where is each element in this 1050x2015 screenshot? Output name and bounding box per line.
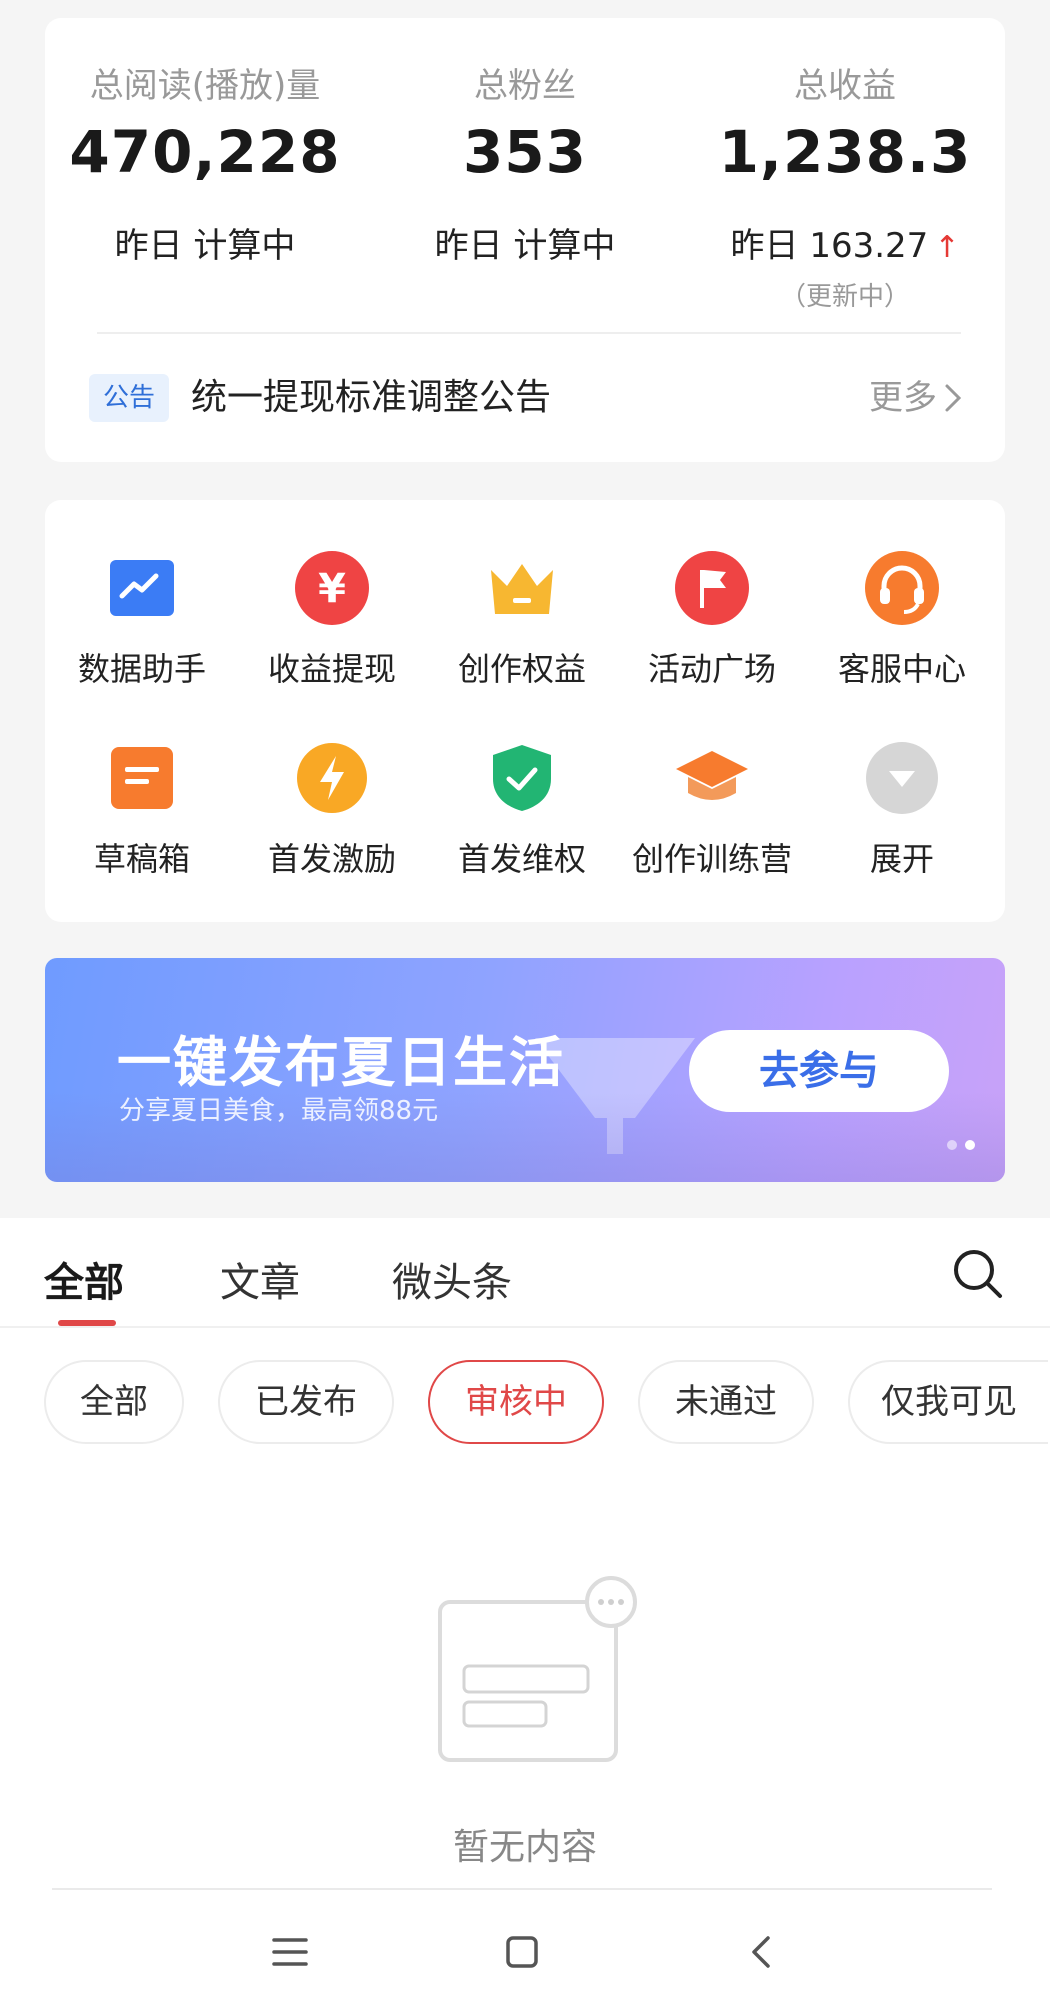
tool-label: 客服中心 [837,650,966,688]
search-icon[interactable] [950,1246,1006,1302]
tool-creator-rights[interactable]: 创作权益 [427,550,617,690]
tab-micro-posts[interactable]: 微头条 [392,1250,512,1308]
stat-value: 1,238.3 [718,118,972,186]
stat-yesterday-value: 昨日 163.27 [730,226,929,266]
tab-articles[interactable]: 文章 [220,1250,300,1308]
stat-label: 总粉丝 [474,66,576,106]
tool-label: 活动广场 [647,650,776,688]
tool-label: 首发维权 [457,840,586,878]
banner-join-button[interactable]: 去参与 [689,1030,949,1112]
stat-yesterday: 昨日 计算中 [114,226,296,266]
flag-icon [674,550,750,626]
tool-label: 创作权益 [457,650,586,688]
chip-all[interactable]: 全部 [44,1360,184,1444]
tool-first-publish-reward[interactable]: 首发激励 [237,740,427,880]
tool-label: 创作训练营 [631,840,792,878]
notice-badge: 公告 [89,374,169,422]
content-list: 全部 文章 微头条 全部 已发布 审核中 未通过 仅我可见 暂无内容 [0,1218,1050,2015]
chip-under-review[interactable]: 审核中 [428,1360,604,1444]
arrow-up-icon: ↑ [934,230,960,265]
promo-banner[interactable]: 一键发布夏日生活 分享夏日美食，最高领88元 去参与 [45,958,1005,1182]
stat-update-note: （更新中） [779,282,910,312]
tool-data-assistant[interactable]: 数据助手 [47,550,237,690]
status-filter-chips: 全部 已发布 审核中 未通过 仅我可见 [0,1360,1050,1444]
tool-first-publish-protection[interactable]: 首发维权 [427,740,617,880]
chip-rejected[interactable]: 未通过 [638,1360,814,1444]
svg-text:¥: ¥ [318,566,346,612]
banner-title: 一键发布夏日生活 [117,1031,565,1094]
stat-value: 470,228 [69,118,341,186]
tool-drafts[interactable]: 草稿箱 [47,740,237,880]
tool-income-withdraw[interactable]: ¥ 收益提现 [237,550,427,690]
yuan-icon: ¥ [294,550,370,626]
pagination-dot-active [965,1140,975,1150]
expand-icon [864,740,940,816]
stat-yesterday: 昨日 163.27 ↑ [685,218,1005,267]
tools-card: 数据助手 ¥ 收益提现 创作权益 活动广场 客服中心 草稿箱 首发激励 首发维权… [45,500,1005,922]
headset-icon [864,550,940,626]
stats-card: 总阅读(播放)量 470,228 昨日 计算中 总粉丝 353 昨日 计算中 总… [45,18,1005,462]
tool-label: 草稿箱 [93,840,190,878]
tool-label: 展开 [869,840,934,878]
stat-yesterday: 昨日 计算中 [434,226,616,266]
chart-icon [104,550,180,626]
tool-label: 数据助手 [77,650,206,688]
empty-document-icon [438,1576,637,1762]
home-square-icon[interactable] [494,1924,550,1980]
content-tabs: 全部 文章 微头条 [0,1218,1050,1328]
tool-activity-square[interactable]: 活动广场 [617,550,807,690]
divider [97,332,961,334]
pagination-dot [947,1140,957,1150]
notice-more-label: 更多 [869,378,937,418]
stat-value: 353 [462,118,588,186]
chip-published[interactable]: 已发布 [218,1360,394,1444]
stat-label: 总收益 [794,66,896,106]
lightning-icon [294,740,370,816]
chevron-right-icon [945,384,962,412]
tab-indicator [58,1320,116,1326]
shield-check-icon [484,740,560,816]
crown-icon [484,550,560,626]
stat-label: 总阅读(播放)量 [89,66,321,106]
draft-icon [104,740,180,816]
back-icon[interactable] [734,1924,790,1980]
notice-text[interactable]: 统一提现标准调整公告 [191,374,551,422]
banner-subtitle: 分享夏日美食，最高领88元 [119,1096,439,1126]
empty-state-text: 暂无内容 [452,1827,597,1868]
tool-label: 收益提现 [267,650,396,688]
notice-more-link[interactable]: 更多 [869,374,963,422]
tool-label: 首发激励 [267,840,396,878]
menu-icon[interactable] [262,1924,318,1980]
tool-expand[interactable]: 展开 [807,740,997,880]
banner-pagination [947,1140,975,1150]
system-nav-bar [0,1890,1050,2015]
tab-all[interactable]: 全部 [44,1250,124,1308]
chip-private[interactable]: 仅我可见 [848,1360,1048,1444]
tool-training-camp[interactable]: 创作训练营 [617,740,807,880]
graduation-cap-icon [674,740,750,816]
tool-customer-service[interactable]: 客服中心 [807,550,997,690]
